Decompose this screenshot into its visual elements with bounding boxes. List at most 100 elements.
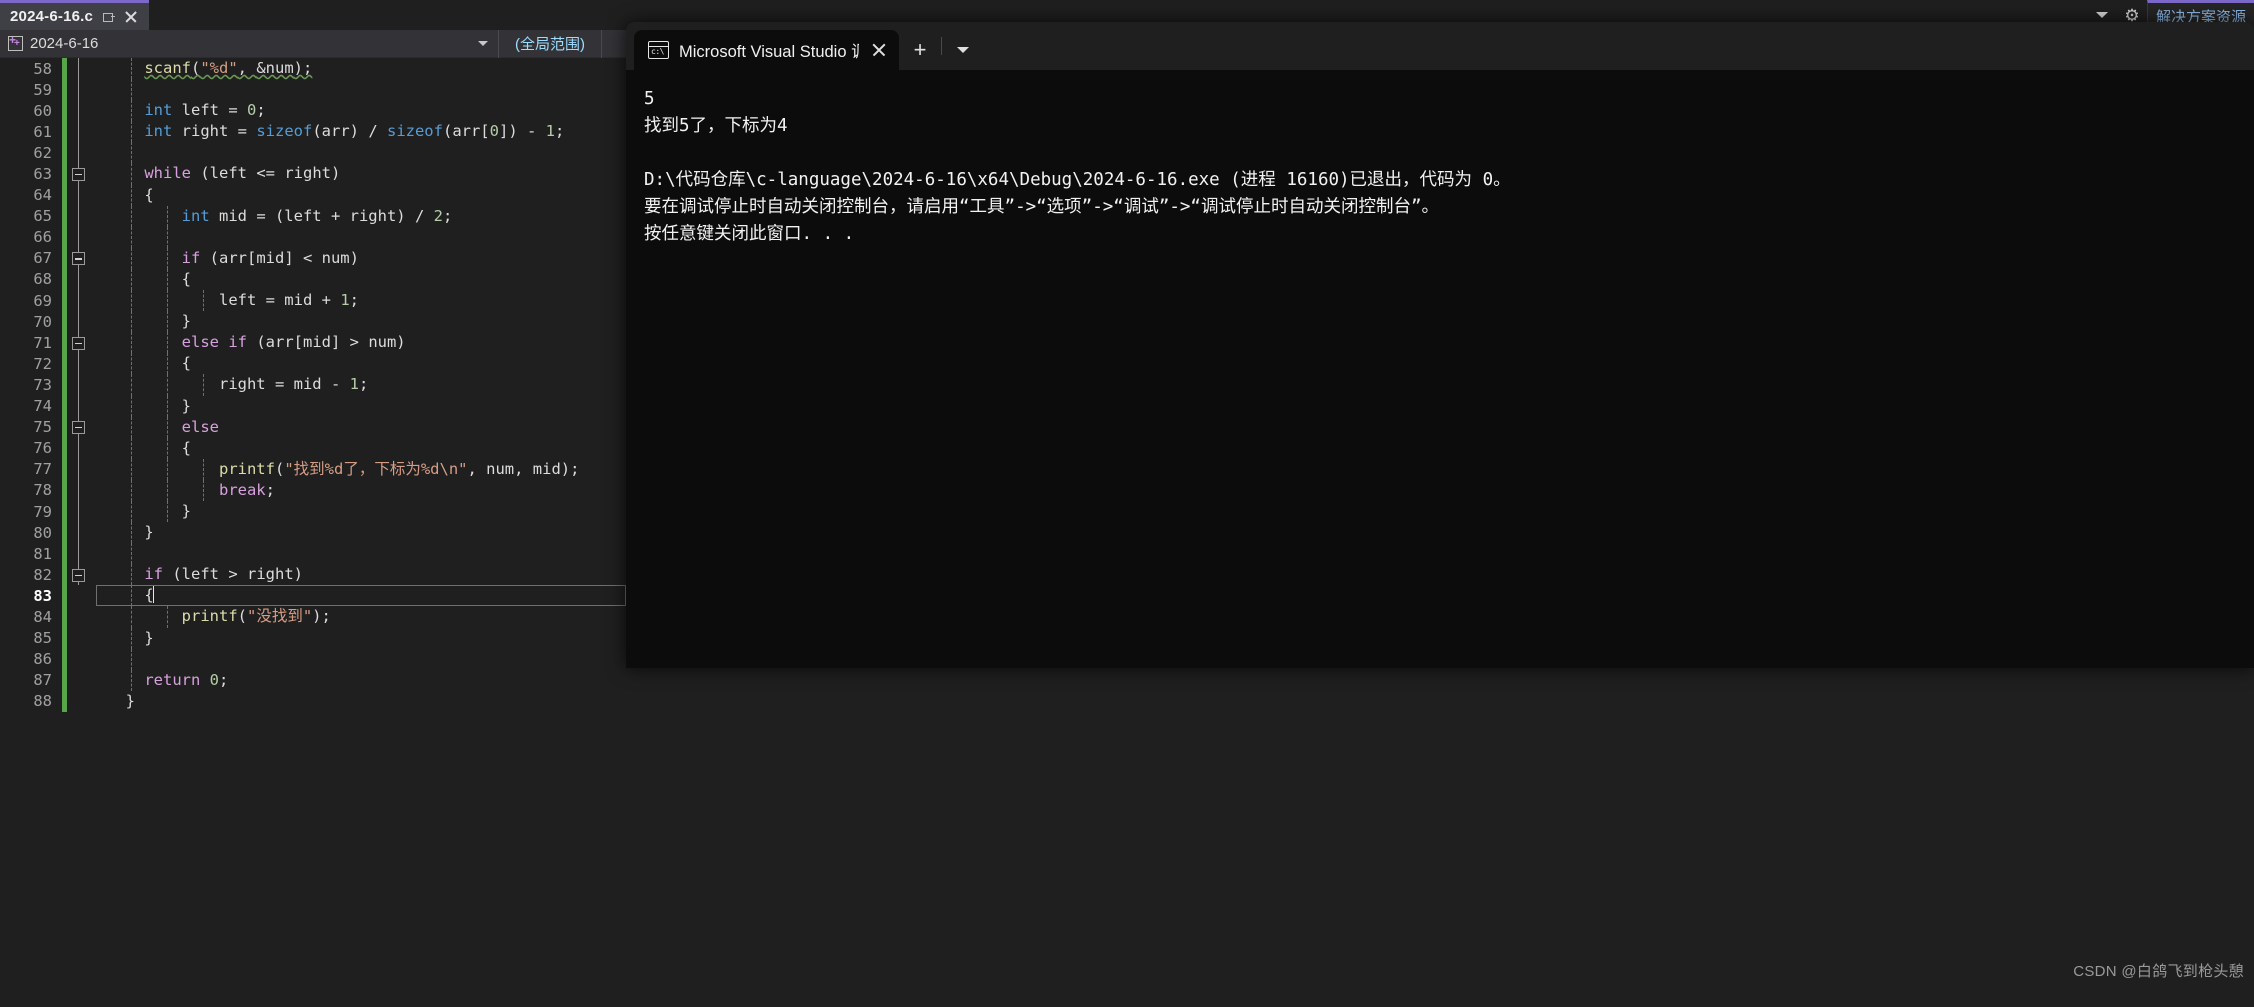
code-token: printf xyxy=(181,607,238,626)
console-tab[interactable]: c:\ Microsoft Visual Studio 调试控 xyxy=(634,30,899,70)
code-token: if xyxy=(228,333,247,352)
code-token: , xyxy=(237,59,257,77)
pin-icon[interactable] xyxy=(101,10,116,24)
member-scope-dropdown[interactable]: (全局范围) xyxy=(499,29,602,58)
code-token: ]) - xyxy=(499,122,546,141)
code-token: { xyxy=(181,354,191,373)
console-line: 5 xyxy=(644,89,655,109)
fold-gutter[interactable] xyxy=(67,121,101,143)
fold-gutter[interactable] xyxy=(67,564,101,586)
indent-guide xyxy=(167,479,168,501)
fold-gutter[interactable] xyxy=(67,416,101,438)
fold-gutter[interactable] xyxy=(67,585,101,606)
fold-gutter[interactable] xyxy=(67,395,101,417)
indent-guide xyxy=(131,458,132,480)
debug-console-window[interactable]: c:\ Microsoft Visual Studio 调试控 + 5 找到5了，… xyxy=(626,22,2254,668)
code-token: sizeof xyxy=(256,122,313,141)
fold-gutter[interactable] xyxy=(67,606,101,627)
line-number: 78 xyxy=(33,481,52,500)
new-tab-button[interactable]: + xyxy=(899,30,941,70)
fold-gutter[interactable] xyxy=(67,100,101,122)
fold-gutter[interactable] xyxy=(67,691,101,712)
fold-gutter[interactable] xyxy=(67,458,101,480)
fold-gutter[interactable] xyxy=(67,479,101,502)
code-token: (arr[mid] > num) xyxy=(247,333,406,352)
collapse-icon[interactable] xyxy=(72,421,85,435)
code-token: "找到%d了，下标为%d\n" xyxy=(284,459,468,478)
code-token: ); xyxy=(312,607,331,626)
fold-gutter[interactable] xyxy=(67,649,101,670)
fold-gutter[interactable] xyxy=(67,268,101,291)
fold-gutter[interactable] xyxy=(67,374,101,396)
fold-gutter[interactable] xyxy=(67,290,101,312)
fold-gutter[interactable] xyxy=(67,522,101,544)
fold-gutter[interactable] xyxy=(67,670,101,691)
indent-guide xyxy=(131,247,132,269)
code-token: return xyxy=(144,670,201,689)
fold-gutter[interactable] xyxy=(67,226,101,248)
fold-gutter[interactable] xyxy=(67,332,101,354)
console-output[interactable]: 5 找到5了，下标为4 D:\代码仓库\c-language\2024-6-16\x… xyxy=(626,70,2254,264)
document-tab-2024-6-16-c[interactable]: 2024-6-16.c xyxy=(0,0,150,30)
collapse-icon[interactable] xyxy=(72,568,85,582)
indent-guide xyxy=(167,205,168,227)
code-token: { xyxy=(181,269,191,288)
fold-gutter[interactable] xyxy=(67,543,101,565)
code-token: } xyxy=(181,501,191,520)
code-line[interactable]: 87 return 0; xyxy=(0,669,1568,691)
code-line[interactable]: 88 } xyxy=(0,690,1568,712)
code-token: 1 xyxy=(340,291,350,310)
fold-gutter[interactable] xyxy=(67,79,101,101)
fold-gutter[interactable] xyxy=(67,205,101,227)
code-token: right = mid - xyxy=(218,375,350,394)
console-line: D:\代码仓库\c-language\2024-6-16\x64\Debug\2… xyxy=(644,170,1511,190)
code-token: printf xyxy=(218,459,275,478)
fold-gutter[interactable] xyxy=(67,628,101,649)
code-text: } xyxy=(101,691,1568,712)
indent-guide xyxy=(131,564,132,586)
fold-gutter[interactable] xyxy=(67,58,101,80)
text-caret xyxy=(152,586,155,604)
collapse-icon[interactable] xyxy=(72,336,85,350)
code-token: break xyxy=(218,480,266,499)
chevron-down-icon[interactable] xyxy=(942,30,984,70)
indent-guide xyxy=(167,226,168,248)
code-token: } xyxy=(144,523,154,542)
close-icon[interactable] xyxy=(869,40,889,60)
fold-gutter[interactable] xyxy=(67,437,101,459)
indent-guide xyxy=(203,374,204,396)
collapse-icon[interactable] xyxy=(72,167,85,181)
code-token: } xyxy=(125,691,136,710)
collapse-icon[interactable] xyxy=(72,252,85,266)
fold-gutter[interactable] xyxy=(67,311,101,333)
line-number: 80 xyxy=(33,523,52,542)
chevron-down-icon[interactable] xyxy=(478,41,488,46)
fold-gutter[interactable] xyxy=(67,353,101,375)
project-scope-dropdown[interactable]: 2024-6-16 xyxy=(0,29,499,58)
code-token: ; xyxy=(265,480,275,499)
fold-gutter[interactable] xyxy=(67,500,101,523)
indent-guide xyxy=(131,669,132,691)
code-token: 0 xyxy=(489,122,499,141)
fold-gutter[interactable] xyxy=(67,184,101,206)
close-icon[interactable] xyxy=(123,9,139,25)
editor-bottom-strip xyxy=(0,989,1568,1007)
code-token: (arr) / xyxy=(312,122,387,141)
code-text: return 0; xyxy=(101,669,1568,691)
scope-label: (全局范围) xyxy=(515,36,585,53)
code-token: } xyxy=(181,312,191,331)
indent-guide xyxy=(167,268,168,291)
code-token: ( xyxy=(274,459,285,478)
indent-guide xyxy=(203,479,204,501)
indent-guide xyxy=(167,395,168,417)
fold-gutter[interactable] xyxy=(67,142,101,164)
fold-gutter[interactable] xyxy=(67,247,101,270)
line-number: 74 xyxy=(33,397,52,416)
fold-gutter[interactable] xyxy=(67,163,101,185)
code-token: 0 xyxy=(209,670,220,689)
